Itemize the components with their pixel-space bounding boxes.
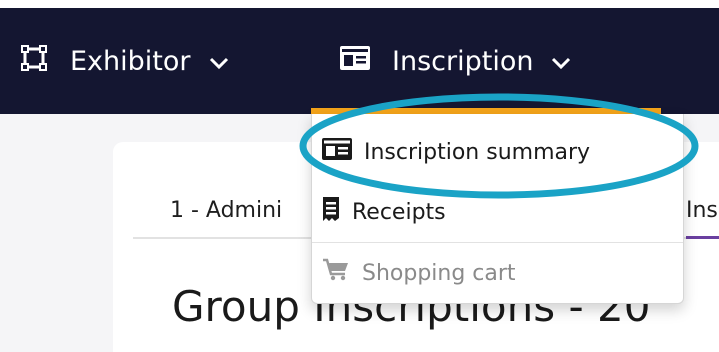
nav-inscription-label: Inscription (392, 45, 534, 77)
shopping-cart-icon (322, 258, 350, 288)
tab-inscriptions[interactable]: Inscr (686, 198, 719, 223)
menu-item-label: Shopping cart (362, 260, 516, 286)
tab-active-indicator (686, 236, 719, 239)
menu-item-label: Receipts (352, 199, 446, 225)
nav-exhibitor[interactable]: Exhibitor (20, 8, 229, 114)
menu-item-label: Inscription summary (364, 139, 591, 165)
inscription-dropdown-menu: Inscription summary Receipts Shopping ca… (311, 114, 684, 304)
nav-exhibitor-label: Exhibitor (70, 45, 191, 77)
menu-item-shopping-cart: Shopping cart (312, 246, 683, 300)
chevron-down-icon (209, 46, 229, 77)
id-card-icon (322, 138, 352, 166)
menu-divider (312, 242, 683, 243)
menu-item-inscription-summary[interactable]: Inscription summary (312, 122, 683, 182)
tab-administration[interactable]: 1 - Admini (170, 198, 282, 223)
nav-inscription[interactable]: Inscription (340, 8, 571, 114)
receipt-icon (322, 197, 340, 227)
id-card-icon (340, 45, 370, 77)
top-navbar: Exhibitor Inscription (0, 8, 719, 114)
menu-item-receipts[interactable]: Receipts (312, 182, 683, 242)
top-border (0, 0, 719, 8)
chevron-down-icon (551, 46, 571, 77)
frame-icon (20, 44, 48, 79)
